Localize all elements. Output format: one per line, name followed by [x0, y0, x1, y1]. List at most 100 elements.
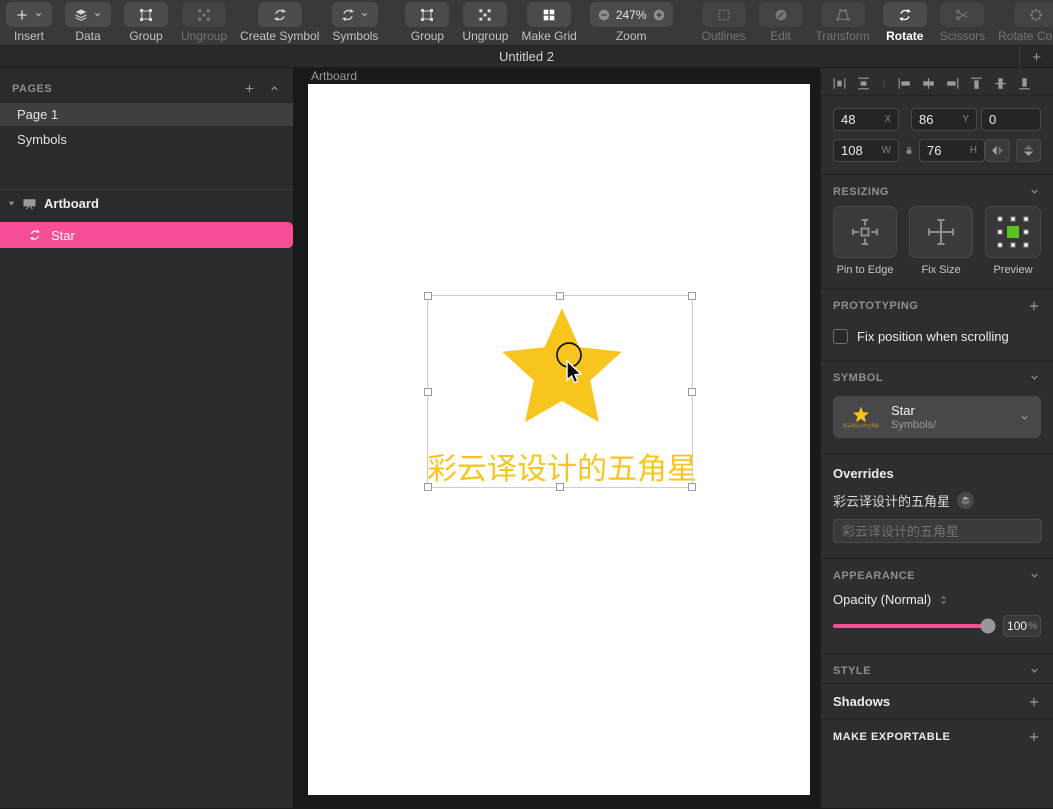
toolbar-symbols[interactable]: Symbols — [332, 2, 378, 43]
toolbar-data[interactable]: Data — [65, 2, 111, 43]
fix-position-checkbox[interactable] — [833, 329, 848, 344]
chevron-down-icon — [92, 9, 103, 20]
flip-horizontal-button[interactable] — [985, 139, 1010, 162]
override-text-input[interactable] — [833, 519, 1042, 543]
opacity-slider-thumb[interactable] — [980, 619, 995, 634]
artboard[interactable]: 彩云译设计的五角星 — [308, 84, 810, 795]
selection-handle[interactable] — [424, 292, 432, 300]
x-field[interactable]: 48 X — [833, 108, 899, 131]
toolbar-rotate[interactable]: Rotate — [883, 2, 927, 43]
pin-to-edge-icon — [848, 215, 882, 249]
align-bottom-icon[interactable] — [1016, 75, 1033, 92]
symbol-instance-icon — [28, 228, 42, 242]
chevron-down-icon — [1028, 664, 1041, 677]
flip-vertical-button[interactable] — [1016, 139, 1041, 162]
selection-handle[interactable] — [556, 292, 564, 300]
mouse-cursor — [548, 338, 600, 396]
toolbar-group-vector[interactable]: Group — [405, 2, 449, 43]
toolbar-outlines: Outlines — [702, 2, 746, 43]
toolbar-scissors: Scissors — [940, 2, 985, 43]
align-left-icon[interactable] — [896, 75, 913, 92]
zoom-level: 247% — [616, 8, 647, 22]
add-export-icon[interactable] — [1027, 730, 1041, 744]
page-item-page1[interactable]: Page 1 — [0, 103, 293, 126]
resizing-options — [821, 204, 1053, 262]
artboard-title[interactable]: Artboard — [311, 69, 357, 83]
toolbar-insert[interactable]: Insert — [6, 2, 52, 43]
flip-horizontal-icon — [990, 143, 1005, 158]
position-size-fields: 48 X 86 Y 0 108 W 76 — [821, 96, 1053, 174]
selection-handle[interactable] — [424, 483, 432, 491]
layers-icon — [960, 495, 971, 506]
layer-item-star-selected[interactable]: Star — [0, 222, 293, 248]
layers-icon — [73, 7, 89, 23]
preview-label: Preview — [985, 264, 1041, 276]
resizing-preview — [985, 206, 1041, 258]
toolbar-zoom: 247% Zoom — [590, 2, 673, 43]
lock-aspect-icon[interactable] — [899, 144, 919, 157]
preview-green-square — [1007, 226, 1019, 238]
add-shadow-icon[interactable] — [1027, 695, 1041, 709]
disclosure-triangle-icon[interactable] — [6, 198, 17, 209]
rotation-field[interactable]: 0 — [981, 108, 1041, 131]
toolbar-group[interactable]: Group — [124, 2, 168, 43]
prototyping-section-header[interactable]: PROTOTYPING — [821, 289, 1053, 319]
shadows-row: Shadows — [821, 684, 1053, 719]
width-field[interactable]: 108 W — [833, 139, 899, 162]
blend-mode-stepper-icon[interactable] — [937, 593, 950, 607]
page-item-symbols[interactable]: Symbols — [0, 128, 293, 151]
outlines-icon — [716, 7, 732, 23]
canvas[interactable]: Artboard 彩云译设计的五角星 — [293, 68, 820, 808]
opacity-slider[interactable] — [833, 624, 994, 628]
align-right-icon[interactable] — [944, 75, 961, 92]
toolbar: Insert Data Group Ungroup Create Symbol … — [0, 0, 1053, 46]
plus-icon — [14, 7, 30, 23]
toolbar-make-grid[interactable]: Make Grid — [521, 2, 576, 43]
align-top-icon[interactable] — [968, 75, 985, 92]
inspector-panel: 48 X 86 Y 0 108 W 76 — [820, 68, 1053, 808]
collapse-pages-icon[interactable] — [268, 82, 281, 95]
toolbar-ungroup-vector[interactable]: Ungroup — [462, 2, 508, 43]
opacity-value-field[interactable]: 100 % — [1003, 615, 1041, 637]
ungroup-icon — [196, 7, 212, 23]
overrides-header: Overrides — [821, 454, 1053, 481]
symbol-thumbnail: 彩云译设计的五角星 — [841, 406, 881, 429]
override-layer-badge[interactable] — [957, 492, 974, 509]
add-prototyping-icon[interactable] — [1027, 299, 1041, 313]
toolbar-rotate-copies: Rotate Copies — [998, 2, 1053, 43]
selection-handle[interactable] — [688, 292, 696, 300]
selection-handle[interactable] — [424, 388, 432, 396]
symbol-icon — [340, 7, 356, 23]
opacity-label: Opacity (Normal) — [833, 592, 931, 607]
add-page-icon[interactable] — [243, 82, 256, 95]
zoom-out-icon[interactable] — [597, 8, 611, 22]
fix-size-button[interactable] — [909, 206, 973, 258]
override-item: 彩云译设计的五角星 — [821, 481, 1053, 510]
distribute-vertically-icon[interactable] — [855, 75, 872, 92]
symbol-selector[interactable]: 彩云译设计的五角星 Star Symbols/ — [833, 396, 1041, 438]
selection-handle[interactable] — [688, 483, 696, 491]
flip-vertical-icon — [1021, 143, 1036, 158]
y-field[interactable]: 86 Y — [911, 108, 977, 131]
add-tab-button[interactable]: + — [1019, 46, 1053, 68]
selection-handle[interactable] — [688, 388, 696, 396]
toolbar-ungroup: Ungroup — [181, 2, 227, 43]
alignment-toolbar — [821, 68, 1053, 96]
resizing-section-header[interactable]: RESIZING — [821, 175, 1053, 204]
layer-item-artboard[interactable]: Artboard — [0, 190, 293, 217]
selection-handle[interactable] — [556, 483, 564, 491]
align-center-horizontal-icon[interactable] — [920, 75, 937, 92]
pin-to-edge-button[interactable] — [833, 206, 897, 258]
appearance-section-header[interactable]: APPEARANCE — [821, 559, 1053, 588]
symbol-section-header[interactable]: SYMBOL — [821, 361, 1053, 390]
height-field[interactable]: 76 H — [919, 139, 985, 162]
align-middle-vertical-icon[interactable] — [992, 75, 1009, 92]
style-section-header[interactable]: STYLE — [821, 654, 1053, 683]
toolbar-create-symbol[interactable]: Create Symbol — [240, 2, 319, 43]
make-exportable-row: MAKE EXPORTABLE — [821, 720, 1053, 754]
toolbar-edit: Edit — [759, 2, 803, 43]
chevron-down-icon — [359, 9, 370, 20]
zoom-in-icon[interactable] — [652, 8, 666, 22]
pin-to-edge-label: Pin to Edge — [833, 264, 897, 276]
distribute-horizontally-icon[interactable] — [831, 75, 848, 92]
